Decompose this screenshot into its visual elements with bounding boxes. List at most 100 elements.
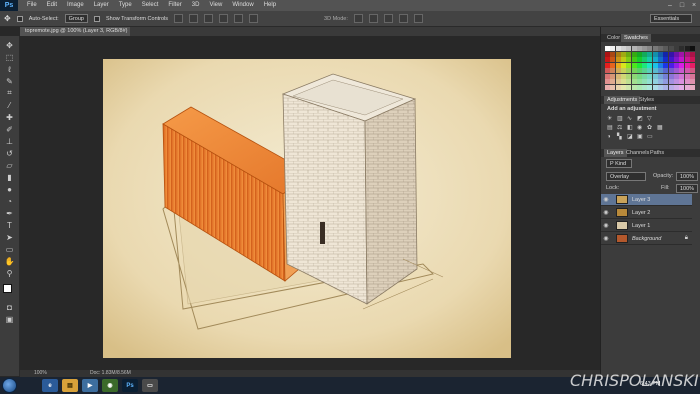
marquee-tool-icon[interactable]: ⬚ — [3, 52, 16, 62]
swatch[interactable] — [647, 84, 653, 90]
layer-row[interactable]: ◉ Layer 2 — [601, 207, 692, 219]
swatch[interactable] — [626, 62, 632, 68]
swatch[interactable] — [610, 68, 616, 73]
posterize-icon[interactable]: ▚ — [617, 134, 623, 140]
swatch[interactable] — [642, 73, 648, 79]
swatch[interactable] — [684, 84, 690, 90]
swatch[interactable] — [631, 84, 637, 90]
swatch[interactable] — [652, 51, 658, 57]
swatch[interactable] — [647, 46, 653, 51]
menu-3d[interactable]: 3D — [187, 0, 205, 11]
swatch[interactable] — [684, 79, 690, 84]
swatch[interactable] — [610, 79, 616, 84]
swatch[interactable] — [689, 51, 695, 57]
brush-tool-icon[interactable]: ✐ — [3, 124, 16, 134]
swatch[interactable] — [605, 79, 610, 84]
swatch[interactable] — [647, 73, 653, 79]
swatch[interactable] — [615, 51, 621, 57]
swatch[interactable] — [658, 79, 663, 84]
internet-explorer-icon[interactable]: e — [42, 379, 58, 392]
menu-view[interactable]: View — [204, 0, 227, 11]
swatch[interactable] — [631, 73, 637, 79]
channel-mixer-icon[interactable]: ✿ — [647, 125, 653, 131]
path-select-tool-icon[interactable]: ➤ — [3, 232, 16, 242]
swatch[interactable] — [620, 57, 626, 62]
app-taskbar-icon[interactable]: ▭ — [142, 379, 158, 392]
3d-scale-button[interactable] — [413, 14, 423, 23]
swatch[interactable] — [620, 73, 626, 79]
swatch[interactable] — [684, 46, 690, 51]
swatch[interactable] — [679, 79, 685, 84]
swatch[interactable] — [663, 79, 669, 84]
swatch[interactable] — [652, 84, 658, 90]
swatch[interactable] — [668, 46, 674, 51]
swatch[interactable] — [658, 57, 663, 62]
eraser-tool-icon[interactable]: ▱ — [3, 160, 16, 170]
swatch[interactable] — [610, 84, 616, 90]
transform-controls-checkbox[interactable] — [93, 15, 100, 22]
swatch[interactable] — [605, 68, 610, 73]
swatch[interactable] — [642, 79, 648, 84]
swatch[interactable] — [658, 68, 663, 73]
swatch[interactable] — [605, 62, 610, 68]
swatch[interactable] — [652, 46, 658, 51]
swatch[interactable] — [689, 73, 695, 79]
screen-mode-icon[interactable]: ▣ — [3, 314, 16, 324]
swatch[interactable] — [668, 73, 674, 79]
swatch[interactable] — [679, 84, 685, 90]
history-brush-tool-icon[interactable]: ↺ — [3, 148, 16, 158]
swatch[interactable] — [642, 68, 648, 73]
swatch[interactable] — [647, 79, 653, 84]
layer-filter-dropdown[interactable]: P Kind — [606, 159, 632, 168]
swatch[interactable] — [663, 57, 669, 62]
layer-row[interactable]: ◉ Layer 1 — [601, 220, 692, 232]
fill-field[interactable]: 100% — [676, 184, 698, 193]
swatch[interactable] — [615, 57, 621, 62]
swatch[interactable] — [626, 84, 632, 90]
swatch[interactable] — [668, 68, 674, 73]
swatch[interactable] — [647, 62, 653, 68]
start-button[interactable] — [2, 378, 17, 393]
menu-layer[interactable]: Layer — [89, 0, 114, 11]
swatch[interactable] — [689, 84, 695, 90]
swatch[interactable] — [647, 68, 653, 73]
3d-roll-button[interactable] — [368, 14, 378, 23]
swatch[interactable] — [605, 46, 610, 51]
swatch[interactable] — [605, 84, 610, 90]
swatch[interactable] — [631, 46, 637, 51]
photoshop-taskbar-icon[interactable]: Ps — [122, 379, 138, 392]
layer-row[interactable]: ◉ Background 🔒︎ — [601, 233, 692, 245]
swatch[interactable] — [610, 57, 616, 62]
auto-select-checkbox[interactable] — [16, 15, 23, 22]
dodge-tool-icon[interactable]: ◔ — [3, 196, 16, 206]
swatch[interactable] — [605, 57, 610, 62]
tab-paths[interactable]: Paths — [647, 149, 667, 157]
swatch[interactable] — [679, 73, 685, 79]
healing-brush-tool-icon[interactable]: ✚ — [3, 112, 16, 122]
swatch[interactable] — [610, 51, 616, 57]
close-icon[interactable]: × — [688, 0, 700, 11]
swatch[interactable] — [620, 79, 626, 84]
eye-icon[interactable]: ◉ — [601, 220, 611, 232]
swatch[interactable] — [652, 57, 658, 62]
levels-icon[interactable]: ▥ — [617, 116, 623, 122]
swatch[interactable] — [668, 62, 674, 68]
hue-saturation-icon[interactable]: ▤ — [607, 125, 613, 131]
swatch[interactable] — [636, 46, 642, 51]
swatch[interactable] — [636, 51, 642, 57]
clone-stamp-tool-icon[interactable]: ⊥ — [3, 136, 16, 146]
swatch[interactable] — [610, 73, 616, 79]
swatch[interactable] — [605, 51, 610, 57]
color-lookup-icon[interactable]: ▦ — [657, 125, 663, 131]
vibrance-icon[interactable]: ▽ — [647, 116, 653, 122]
tab-styles[interactable]: Styles — [636, 96, 657, 104]
move-tool-icon[interactable]: ✥ — [3, 40, 16, 50]
menu-type[interactable]: Type — [114, 0, 137, 11]
swatch[interactable] — [642, 84, 648, 90]
blend-mode-dropdown[interactable]: Overlay — [606, 172, 646, 181]
foreground-color-swatch[interactable] — [3, 284, 12, 293]
swatch[interactable] — [679, 46, 685, 51]
swatch[interactable] — [663, 68, 669, 73]
swatch[interactable] — [626, 68, 632, 73]
swatch[interactable] — [679, 68, 685, 73]
